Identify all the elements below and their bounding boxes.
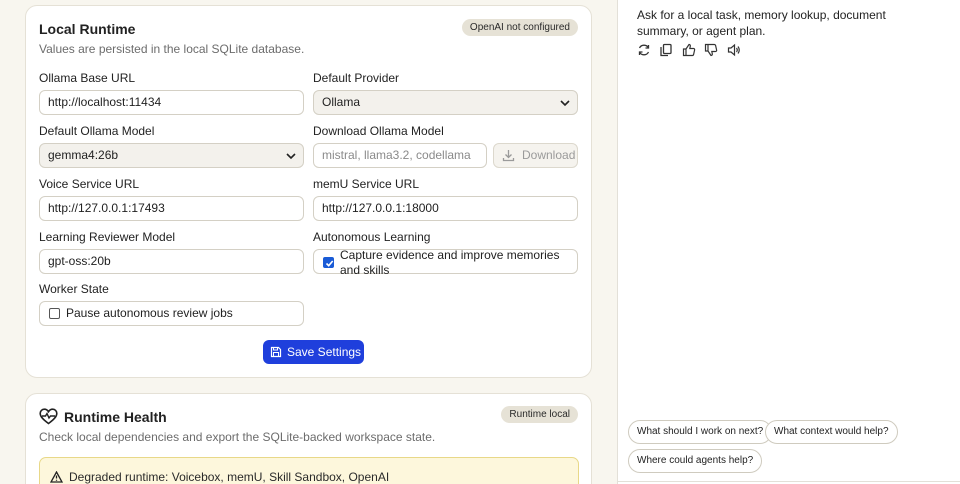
thumbs-down-icon[interactable]	[704, 43, 718, 57]
ollama-base-url-input[interactable]: http://localhost:11434	[39, 90, 304, 115]
pause-review-text: Pause autonomous review jobs	[66, 306, 233, 320]
chevron-down-icon	[286, 153, 296, 160]
suggestion-chip[interactable]: What should I work on next?	[628, 420, 773, 444]
default-provider-value: Ollama	[322, 95, 361, 109]
copy-icon[interactable]	[659, 43, 673, 57]
autonomous-learning-checkbox[interactable]	[323, 257, 334, 268]
download-icon	[502, 150, 515, 162]
card-subtitle: Values are persisted in the local SQLite…	[39, 42, 305, 56]
divider	[618, 481, 960, 482]
voice-url-label: Voice Service URL	[39, 177, 140, 191]
speaker-icon[interactable]	[727, 43, 741, 57]
voice-url-input[interactable]: http://127.0.0.1:17493	[39, 196, 304, 221]
autonomous-learning-option[interactable]: Capture evidence and improve memories an…	[313, 248, 578, 277]
degraded-warning: Degraded runtime: Voicebox, memU, Skill …	[39, 457, 579, 484]
suggestion-chip[interactable]: Where could agents help?	[628, 449, 763, 473]
reviewer-model-input[interactable]: gpt-oss:20b	[39, 249, 304, 274]
assistant-message: Ask for a local task, memory lookup, doc…	[637, 8, 886, 38]
card-title: Local Runtime	[39, 21, 136, 37]
regenerate-icon[interactable]	[637, 43, 651, 57]
heart-pulse-icon	[39, 408, 58, 425]
thumbs-up-icon[interactable]	[682, 43, 696, 57]
check-icon	[325, 260, 334, 267]
download-button[interactable]: Download	[493, 143, 578, 168]
download-label: Download	[522, 148, 576, 162]
card-subtitle: Check local dependencies and export the …	[39, 430, 436, 444]
download-model-label: Download Ollama Model	[313, 124, 444, 138]
warning-text: Degraded runtime: Voicebox, memU, Skill …	[69, 470, 390, 484]
default-model-label: Default Ollama Model	[39, 124, 155, 138]
default-model-select[interactable]: gemma4:26b	[39, 143, 304, 168]
worker-state-option[interactable]: Pause autonomous review jobs	[39, 301, 304, 326]
memu-url-label: memU Service URL	[313, 177, 420, 191]
memu-url-input[interactable]: http://127.0.0.1:18000	[313, 196, 578, 221]
reviewer-model-label: Learning Reviewer Model	[39, 230, 176, 244]
status-badge: Runtime local	[501, 406, 578, 423]
save-icon	[270, 346, 282, 358]
settings-panel: Local Runtime OpenAI not configured Valu…	[0, 0, 617, 484]
warning-icon	[50, 471, 63, 483]
suggestion-chip[interactable]: What context would help?	[765, 420, 898, 444]
default-provider-select[interactable]: Ollama	[313, 90, 578, 115]
runtime-health-card: Runtime Health Runtime local Check local…	[25, 393, 592, 484]
chat-panel: Ask for a local task, memory lookup, doc…	[617, 0, 960, 484]
card-title: Runtime Health	[64, 409, 167, 425]
chevron-down-icon	[560, 100, 570, 107]
worker-state-label: Worker State	[39, 282, 109, 296]
default-model-value: gemma4:26b	[48, 148, 119, 162]
pause-review-checkbox[interactable]	[49, 308, 60, 319]
autonomous-learning-text: Capture evidence and improve memories an…	[340, 248, 560, 277]
local-runtime-card: Local Runtime OpenAI not configured Valu…	[25, 5, 592, 378]
download-model-input[interactable]: mistral, llama3.2, codellama	[313, 143, 487, 168]
ollama-base-url-label: Ollama Base URL	[39, 71, 136, 85]
save-settings-button[interactable]: Save Settings	[263, 340, 364, 364]
status-badge: OpenAI not configured	[461, 19, 578, 36]
autonomous-learning-label: Autonomous Learning	[313, 230, 431, 244]
default-provider-label: Default Provider	[313, 71, 400, 85]
save-settings-label: Save Settings	[287, 345, 362, 359]
